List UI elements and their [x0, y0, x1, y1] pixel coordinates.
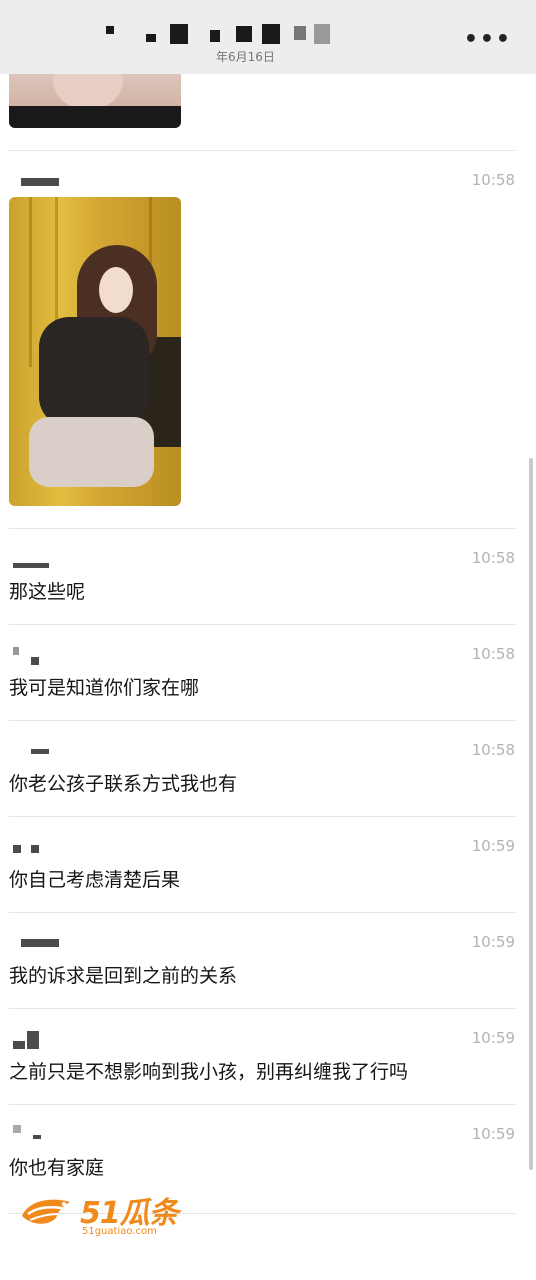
sender-name-redacted: [13, 845, 21, 853]
message-text: 你也有家庭: [9, 1157, 105, 1179]
watermark: 51瓜条 51guatiao.com: [18, 1190, 188, 1238]
watermark-url: 51guatiao.com: [82, 1226, 157, 1237]
message-row: 10:59 我的诉求是回到之前的关系: [9, 912, 515, 1009]
title-redaction: [146, 34, 156, 42]
message-text: 你老公孩子联系方式我也有: [9, 773, 238, 795]
message-time: 10:59: [471, 933, 515, 951]
title-redaction: [262, 24, 280, 44]
title-redaction: [314, 24, 330, 44]
sender-name-redacted: [27, 1031, 39, 1049]
title-redaction: [106, 26, 114, 34]
message-text: 之前只是不想影响到我小孩，别再纠缠我了行吗: [9, 1061, 409, 1083]
sender-name-redacted: [31, 657, 39, 665]
message-time: 10:58: [471, 171, 515, 189]
sender-name-redacted: [31, 749, 49, 754]
message-time: 10:59: [471, 837, 515, 855]
message-text: 你自己考虑清楚后果: [9, 869, 181, 891]
message-text: 我可是知道你们家在哪: [9, 677, 200, 699]
scrollbar[interactable]: [529, 458, 533, 1170]
message-row: 10:58 我可是知道你们家在哪: [9, 624, 515, 721]
sender-name-redacted: [13, 563, 49, 568]
sender-name-redacted: [21, 939, 59, 947]
sender-name-redacted: [13, 1125, 21, 1133]
chat-header: 年6月16日 •••: [0, 0, 536, 74]
sender-name-redacted: [31, 845, 39, 853]
message-time: 10:59: [471, 1029, 515, 1047]
message-time: 10:59: [471, 1125, 515, 1143]
title-redaction: [294, 26, 306, 40]
message-text: 那这些呢: [9, 581, 86, 603]
message-time: 10:58: [471, 741, 515, 759]
sender-name-redacted: [13, 1041, 25, 1049]
title-redaction: [236, 26, 252, 42]
title-redaction: [210, 30, 220, 42]
message-row: 10:58 你老公孩子联系方式我也有: [9, 720, 515, 817]
image-message-thumbnail[interactable]: [9, 197, 181, 506]
message-row: 10:59 之前只是不想影响到我小孩，别再纠缠我了行吗: [9, 1008, 515, 1105]
sender-name-redacted: [21, 178, 59, 186]
message-row: 10:59 你自己考虑清楚后果: [9, 816, 515, 913]
message-time: 10:58: [471, 645, 515, 663]
sender-name-redacted: [13, 647, 19, 655]
title-redaction: [170, 24, 188, 44]
message-time: 10:58: [471, 549, 515, 567]
message-row: 10:58 那这些呢: [9, 528, 515, 625]
chat-date: 年6月16日: [216, 50, 275, 64]
message-text: 我的诉求是回到之前的关系: [9, 965, 238, 987]
watermark-logo-icon: [22, 1199, 70, 1224]
sender-name-redacted: [33, 1135, 41, 1139]
more-icon[interactable]: •••: [464, 29, 512, 51]
